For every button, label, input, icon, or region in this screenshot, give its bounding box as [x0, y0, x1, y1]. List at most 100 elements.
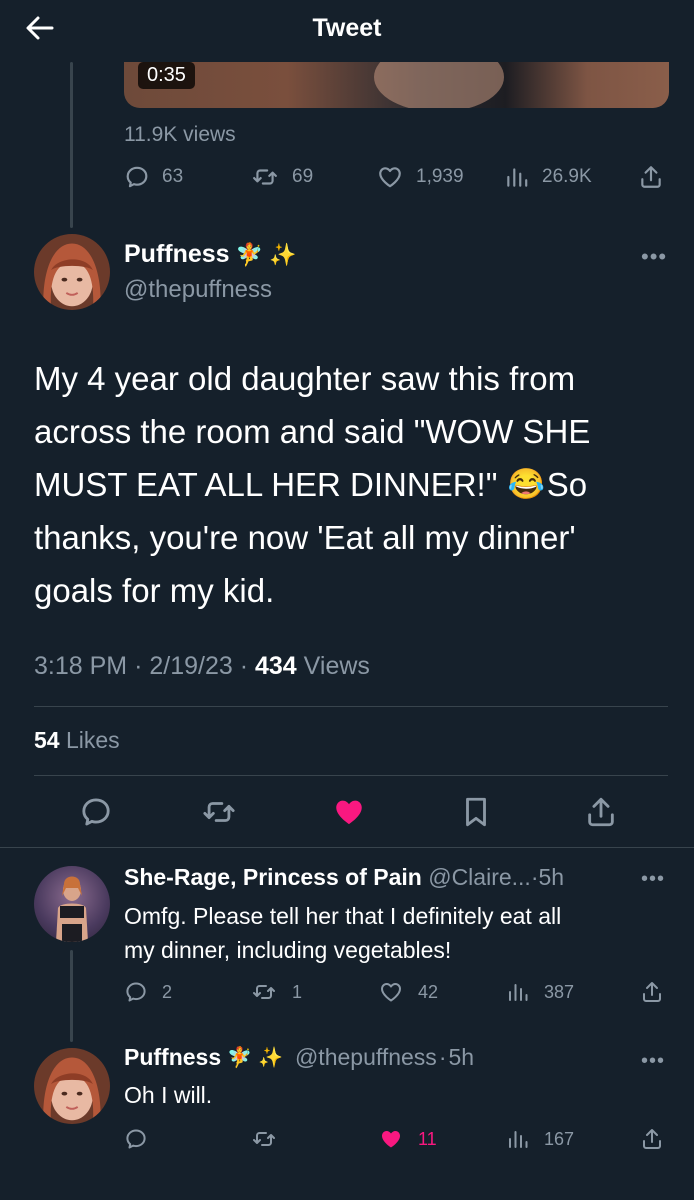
avatar-image [56, 876, 88, 942]
divider [0, 847, 694, 848]
reply-author-handle[interactable]: @Claire... [428, 864, 531, 890]
reply-text-line: Omfg. Please tell her that I definitely … [124, 903, 562, 929]
tweet-text-line: goals for my kid. [34, 572, 275, 609]
bookmark-button[interactable] [459, 795, 493, 834]
sparkles-emoji-icon: ✨ [269, 241, 297, 267]
tweet-text-line: MUST EAT ALL HER DINNER!" 😂 So [34, 458, 674, 511]
likes-stat[interactable]: 54 Likes [34, 727, 120, 754]
video-overlay-shape [374, 62, 504, 108]
share-button[interactable] [584, 795, 618, 834]
reply-time[interactable]: 5h [448, 1044, 474, 1071]
reply-header: She-Rage, Princess of Pain @Claire...·5h [124, 864, 564, 891]
meta-separator: · [134, 652, 143, 680]
reply-author-handle[interactable]: @thepuffness [295, 1044, 437, 1071]
avatar[interactable] [34, 234, 110, 310]
reply-share-button[interactable] [640, 1127, 664, 1151]
heart-icon [378, 1127, 404, 1151]
reply-analytics-button[interactable]: 167 [506, 1127, 574, 1151]
fairy-emoji-icon: 🧚 [235, 241, 263, 267]
tweet-text-line: My 4 year old daughter saw this from [34, 360, 576, 397]
avatar-image [34, 234, 110, 310]
laughing-emoji-icon: 😂 [507, 468, 545, 501]
reply-like-button[interactable]: 11 [378, 1127, 437, 1151]
tweet-time[interactable]: 3:18 PM [34, 652, 127, 680]
analytics-icon [504, 164, 530, 190]
reply-share-button[interactable] [640, 980, 664, 1004]
thread-line [70, 950, 73, 1042]
reply-time[interactable]: 5h [538, 864, 564, 890]
tweet-text-line: thanks, you're now 'Eat all my dinner' [34, 519, 576, 556]
video-thumbnail[interactable]: 0:35 [124, 62, 669, 108]
retweet-icon [250, 1127, 278, 1151]
divider [34, 706, 668, 707]
page-title: Tweet [312, 14, 382, 42]
prev-like-button[interactable]: 1,939 [376, 164, 464, 190]
retweet-button[interactable] [200, 795, 238, 834]
author-name-row[interactable]: Puffness 🧚 ✨ [124, 240, 296, 269]
retweet-icon [200, 795, 238, 829]
reply-button[interactable] [79, 795, 113, 834]
tweet-text-line: across the room and said "WOW SHE [34, 413, 591, 450]
sparkles-emoji-icon: ✨ [258, 1047, 283, 1069]
avatar[interactable] [34, 1048, 110, 1124]
more-icon[interactable]: ••• [641, 244, 667, 270]
heart-icon [376, 164, 404, 190]
meta-separator: · [239, 652, 249, 680]
reply-analytics-count: 387 [544, 981, 575, 1002]
retweet-icon [250, 980, 278, 1004]
reply-retweet-button[interactable] [250, 1127, 278, 1151]
prev-analytics-count: 26.9K [542, 166, 592, 187]
share-icon [584, 795, 618, 829]
avatar[interactable] [34, 866, 110, 942]
tweet-text-segment: So [546, 466, 588, 503]
thread-line [70, 62, 73, 228]
reply-reply-count: 2 [162, 981, 173, 1002]
reply-reply-button[interactable]: 2 [124, 980, 172, 1004]
heart-icon [378, 980, 404, 1004]
views-label: Views [303, 652, 370, 680]
prev-views: 11.9K views [124, 123, 236, 146]
divider [34, 775, 668, 776]
reply-author-name[interactable]: Puffness [124, 1044, 221, 1071]
reply-icon [124, 164, 150, 190]
reply-retweet-count: 1 [292, 981, 303, 1002]
like-button[interactable] [331, 795, 367, 834]
author-name: Puffness [124, 240, 230, 268]
reply-analytics-count: 167 [544, 1128, 575, 1149]
share-icon [640, 980, 664, 1004]
prev-share-button[interactable] [638, 164, 664, 190]
reply-text: Oh I will. [124, 1082, 213, 1108]
avatar-image [34, 1048, 110, 1124]
tweet-text-segment: MUST EAT ALL HER DINNER!" [34, 466, 498, 503]
prev-retweet-button[interactable]: 69 [250, 164, 313, 190]
likes-label: Likes [65, 727, 120, 753]
more-icon[interactable]: ••• [641, 868, 665, 891]
tweet-date[interactable]: 2/19/23 [149, 652, 232, 680]
prev-retweet-count: 69 [292, 166, 314, 187]
reply-icon [124, 980, 148, 1004]
reply-analytics-button[interactable]: 387 [506, 980, 574, 1004]
reply-like-count: 11 [418, 1128, 437, 1149]
analytics-icon [506, 1127, 530, 1151]
reply-header: Puffness 🧚 ✨ @thepuffness · 5h [124, 1044, 474, 1071]
reply-retweet-button[interactable]: 1 [250, 980, 302, 1004]
prev-like-count: 1,939 [416, 166, 464, 187]
reply-text-line: my dinner, including vegetables! [124, 937, 452, 963]
reply-text: Omfg. Please tell her that I definitely … [124, 899, 561, 967]
bookmark-icon [459, 795, 493, 829]
reply-reply-button[interactable] [124, 1127, 148, 1151]
more-icon[interactable]: ••• [641, 1050, 665, 1073]
meta-separator: · [438, 1044, 447, 1070]
share-icon [640, 1127, 664, 1151]
author-handle[interactable]: @thepuffness [124, 276, 272, 304]
likes-count: 54 [34, 727, 60, 753]
prev-reply-button[interactable]: 63 [124, 164, 183, 190]
tweet-text: My 4 year old daughter saw this from acr… [34, 352, 674, 617]
video-duration: 0:35 [138, 62, 195, 89]
views-count[interactable]: 434 [255, 652, 297, 680]
reply-author-name[interactable]: She-Rage, Princess of Pain [124, 864, 422, 890]
prev-analytics-button[interactable]: 26.9K [504, 164, 592, 190]
share-icon [638, 164, 664, 190]
retweet-icon [250, 164, 280, 190]
reply-like-button[interactable]: 42 [378, 980, 438, 1004]
